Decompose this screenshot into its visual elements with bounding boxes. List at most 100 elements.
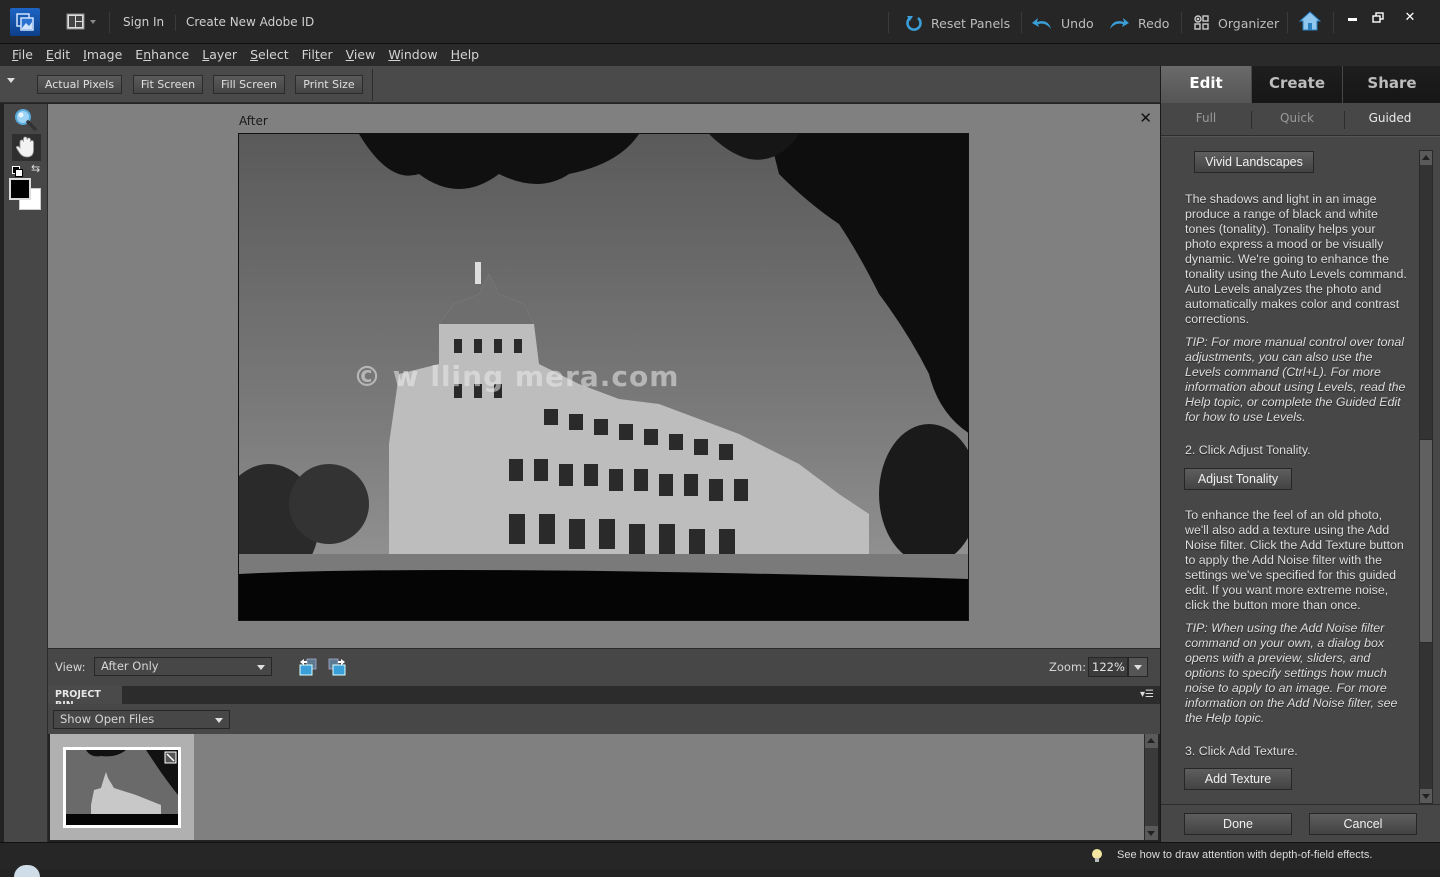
bin-thumbnail[interactable]: [63, 747, 181, 828]
menu-enhance[interactable]: Enhance: [129, 44, 195, 66]
step-3-text: 3. Click Add Texture.: [1185, 744, 1298, 758]
reset-icon: [906, 16, 922, 31]
guide-scrollbar[interactable]: [1419, 150, 1433, 804]
noise-tip-text: TIP: When using the Add Noise filter com…: [1185, 621, 1398, 725]
hand-tool[interactable]: [12, 134, 41, 161]
title-bar: Sign In Create New Adobe ID Reset Panels…: [0, 0, 1440, 44]
close-document-button[interactable]: ✕: [1139, 109, 1152, 127]
undo-icon: [1032, 18, 1051, 29]
close-window-button[interactable]: ✕: [1401, 10, 1419, 28]
zoom-dropdown-button[interactable]: [1128, 657, 1148, 677]
menu-help[interactable]: Help: [445, 44, 486, 66]
adjust-tonality-button[interactable]: Adjust Tonality: [1184, 468, 1292, 490]
home-icon: [1298, 11, 1322, 31]
cancel-button[interactable]: Cancel: [1309, 813, 1417, 835]
print-size-button[interactable]: Print Size: [295, 75, 363, 94]
organizer-label: Organizer: [1218, 15, 1280, 31]
menu-image[interactable]: Image: [77, 44, 128, 66]
fill-screen-button[interactable]: Fill Screen: [213, 75, 285, 94]
zoom-label: Zoom:: [1049, 660, 1087, 674]
minimize-button[interactable]: [1343, 10, 1361, 28]
redo-button[interactable]: Redo: [1108, 12, 1169, 34]
layout-grid-icon: [66, 13, 96, 30]
reset-panels-button[interactable]: Reset Panels: [905, 12, 1010, 34]
scroll-thumb[interactable]: [1420, 439, 1432, 643]
step-2-text: 2. Click Adjust Tonality.: [1185, 443, 1311, 457]
right-panel: Edit Create Share Full Quick Guided Vivi…: [1160, 66, 1440, 842]
panel-menu-icon[interactable]: ▾☰: [1140, 689, 1154, 700]
add-texture-button[interactable]: Add Texture: [1184, 768, 1292, 790]
watermark-text: © w lling mera.com: [353, 360, 680, 393]
bin-thumbnail-cell[interactable]: [50, 734, 194, 840]
restore-button[interactable]: [1369, 10, 1387, 28]
project-bin-tab[interactable]: PROJECT BIN: [48, 686, 122, 711]
magnifier-icon: [15, 109, 37, 131]
menu-layer[interactable]: Layer: [196, 44, 243, 66]
intro-text: The shadows and light in an image produc…: [1185, 192, 1407, 326]
app-logo-icon: [10, 8, 40, 36]
levels-tip-text: TIP: For more manual control over tonal …: [1185, 335, 1406, 424]
status-bar: See how to draw attention with depth-of-…: [0, 842, 1440, 877]
undo-label: Undo: [1061, 15, 1094, 31]
subtab-full[interactable]: Full: [1161, 111, 1251, 125]
scroll-down-button[interactable]: [1145, 826, 1158, 840]
menu-view[interactable]: View: [340, 44, 382, 66]
chevron-down-icon: [257, 665, 265, 670]
zoom-input[interactable]: 122%: [1088, 657, 1128, 677]
texture-text: To enhance the feel of an old photo, we'…: [1185, 508, 1404, 612]
bin-scrollbar[interactable]: [1144, 734, 1158, 840]
status-tip-link[interactable]: See how to draw attention with depth-of-…: [1117, 849, 1372, 861]
bin-filter-dropdown[interactable]: Show Open Files: [53, 710, 230, 729]
sign-in-link[interactable]: Sign In: [123, 15, 164, 29]
menu-window[interactable]: Window: [382, 44, 443, 66]
scroll-up-button[interactable]: [1420, 151, 1432, 165]
menu-edit[interactable]: Edit: [40, 44, 76, 66]
actual-pixels-button[interactable]: Actual Pixels: [37, 75, 122, 94]
foreground-color-swatch[interactable]: [9, 178, 31, 200]
lightbulb-icon: [1091, 848, 1103, 864]
menu-bar: File Edit Image Enhance Layer Select Filter Vie…: [0, 44, 1440, 66]
fit-screen-button[interactable]: Fit Screen: [133, 75, 203, 94]
view-mode-dropdown[interactable]: After Only: [94, 657, 272, 676]
toolbox: ⇆: [4, 104, 48, 842]
separator: [1333, 12, 1334, 33]
create-adobe-id-link[interactable]: Create New Adobe ID: [186, 15, 314, 29]
close-icon: ✕: [1139, 109, 1152, 127]
vivid-landscapes-button[interactable]: Vivid Landscapes: [1194, 151, 1314, 173]
home-button[interactable]: [1298, 11, 1322, 31]
swap-before-after-right-button[interactable]: [327, 657, 347, 677]
undo-button[interactable]: Undo: [1031, 12, 1094, 34]
chevron-down-icon: [1134, 665, 1142, 670]
after-label: After: [239, 114, 268, 128]
project-bin-area: [50, 734, 1144, 840]
menu-filter[interactable]: Filter: [296, 44, 339, 66]
menu-select[interactable]: Select: [244, 44, 295, 66]
subtab-quick[interactable]: Quick: [1252, 111, 1342, 125]
tab-share[interactable]: Share: [1343, 66, 1440, 103]
done-button[interactable]: Done: [1184, 813, 1292, 835]
document-photo[interactable]: © w lling mera.com: [238, 133, 969, 621]
scroll-up-button[interactable]: [1145, 734, 1158, 748]
tab-edit[interactable]: Edit: [1161, 66, 1251, 103]
default-colors-bg: [15, 169, 23, 177]
subtab-guided[interactable]: Guided: [1345, 111, 1435, 125]
menu-file[interactable]: File: [6, 44, 39, 66]
swap-colors-icon[interactable]: ⇆: [31, 162, 40, 175]
separator: [109, 12, 110, 33]
swap-right-icon: [328, 658, 346, 676]
layout-menu-button[interactable]: [66, 13, 100, 31]
reset-panels-label: Reset Panels: [931, 15, 1011, 31]
taskbar-orb-icon: [14, 865, 40, 877]
zoom-tool[interactable]: [13, 108, 39, 132]
tab-create[interactable]: Create: [1252, 66, 1342, 103]
scroll-down-button[interactable]: [1420, 789, 1432, 803]
separator: [1287, 12, 1288, 33]
swap-left-icon: [299, 658, 317, 676]
tool-options-bar: Actual Pixels Fit Screen Fill Screen Pri…: [0, 66, 1160, 103]
chevron-down-icon: [215, 718, 223, 723]
close-icon: ✕: [1404, 10, 1416, 25]
options-collapse-icon[interactable]: [7, 78, 15, 83]
redo-icon: [1110, 18, 1129, 29]
organizer-button[interactable]: Organizer: [1194, 12, 1279, 34]
swap-before-after-left-button[interactable]: [298, 657, 318, 677]
